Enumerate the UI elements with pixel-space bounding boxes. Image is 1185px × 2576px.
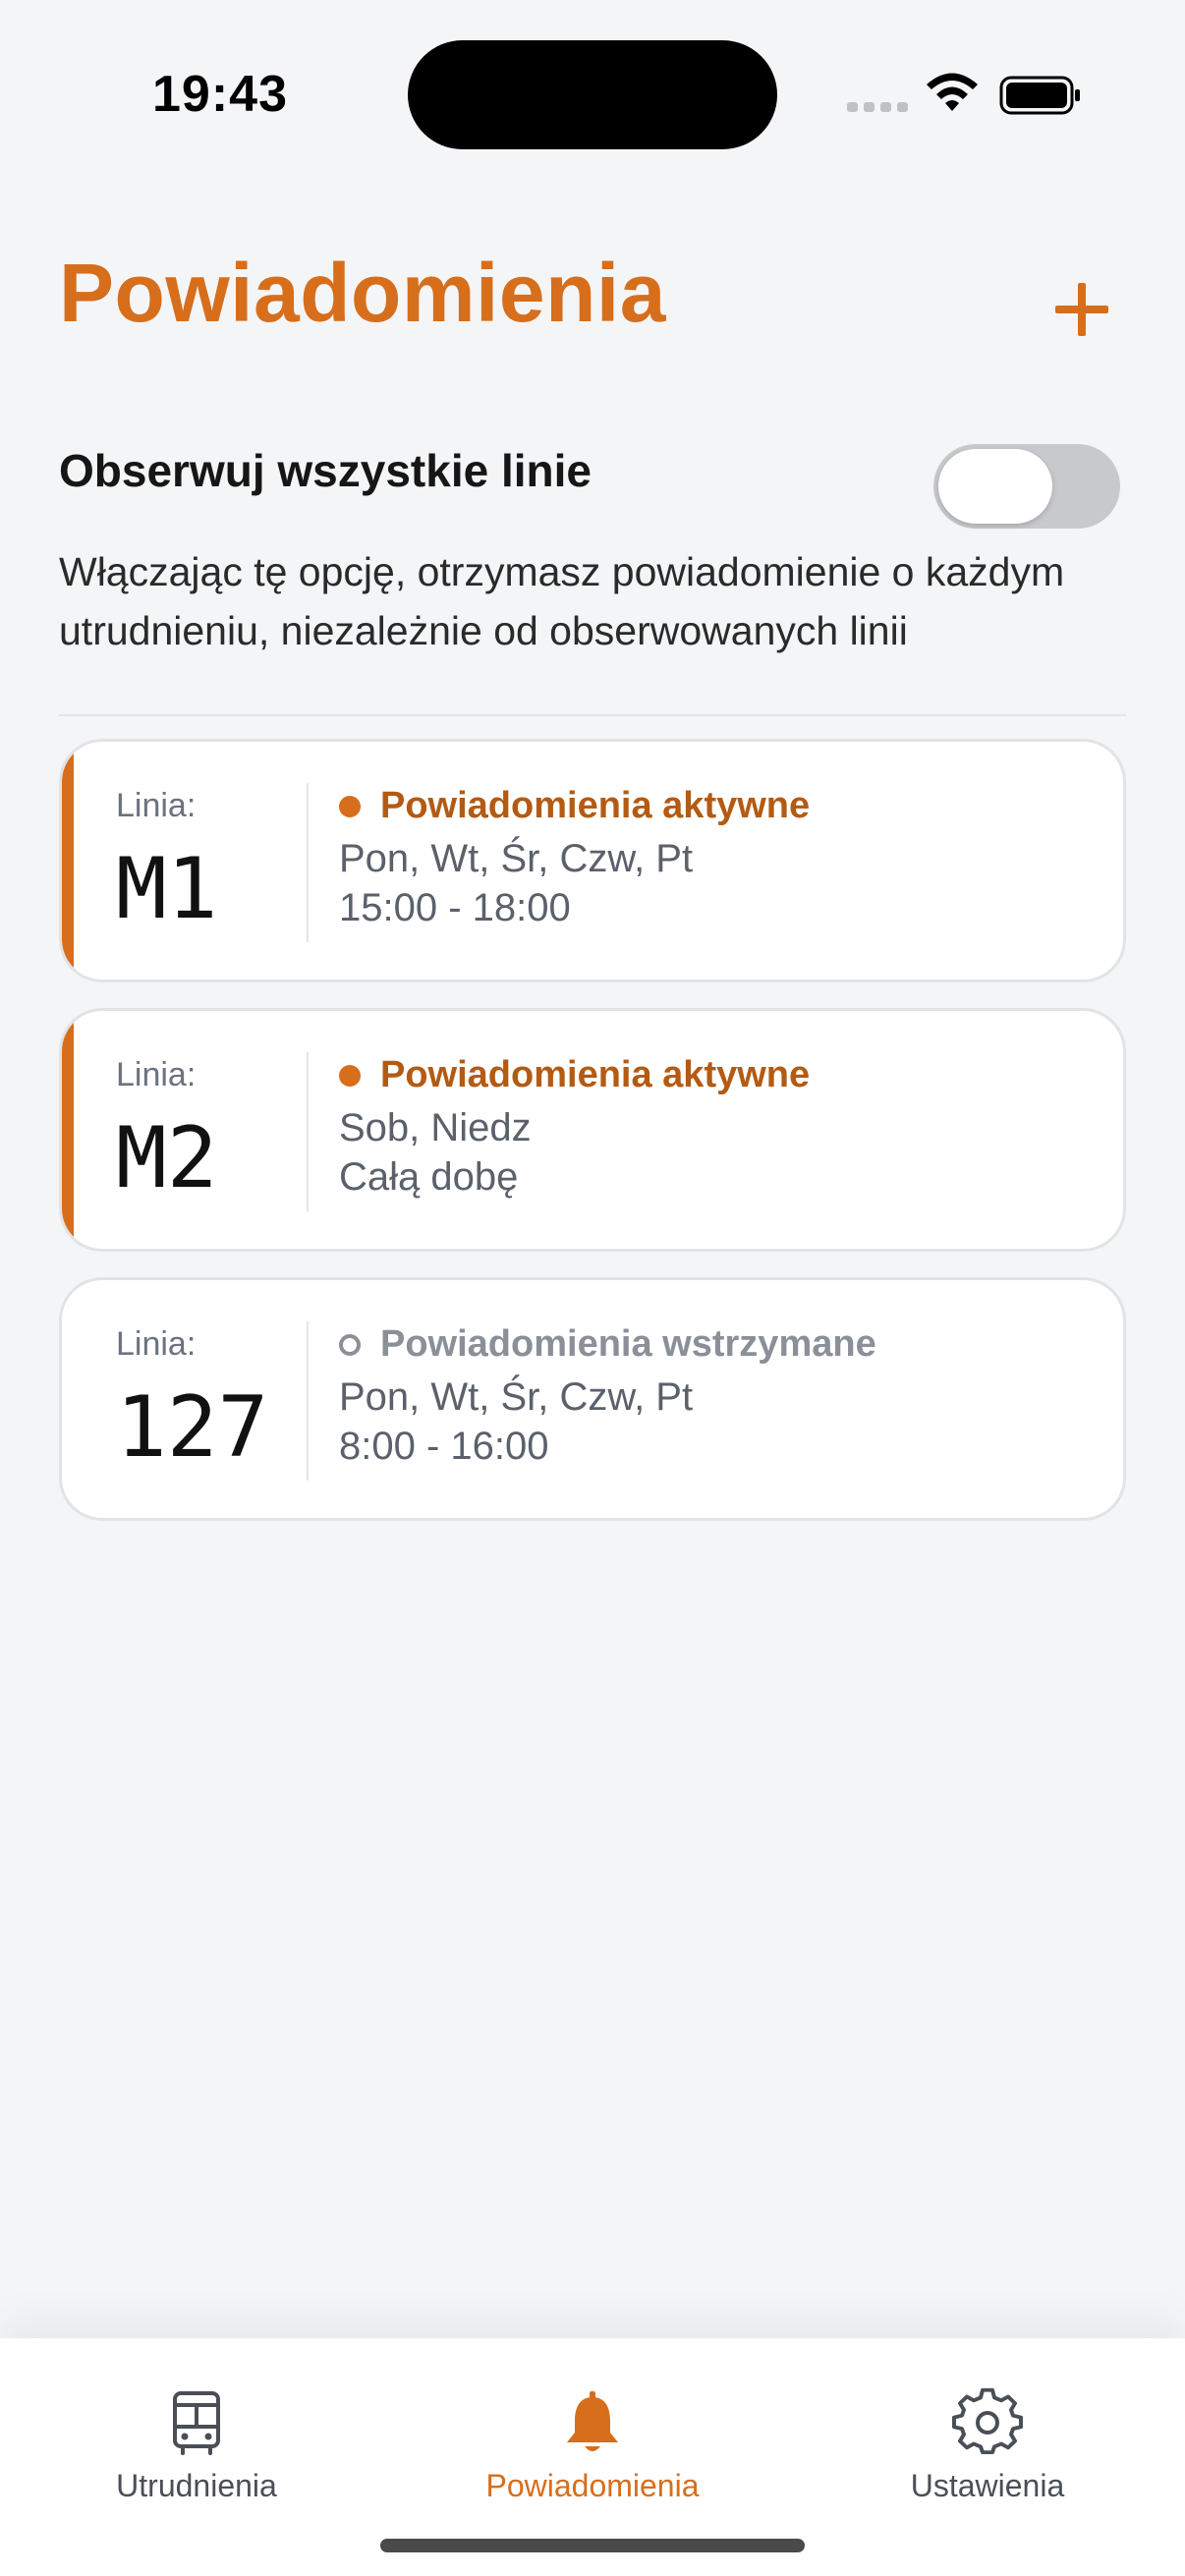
status-row: Powiadomienia aktywne — [339, 1054, 810, 1096]
toggle-knob — [938, 449, 1052, 524]
status-time: 19:43 — [152, 66, 288, 123]
cellular-signal-icon — [847, 102, 908, 112]
status-dot-icon — [339, 795, 361, 817]
observe-all-description: Włączając tę opcję, otrzymasz powiadomie… — [59, 549, 1065, 653]
card-separator — [307, 1052, 309, 1211]
battery-icon — [999, 76, 1080, 115]
card-separator — [307, 783, 309, 942]
schedule-hours: Całą dobę — [339, 1155, 519, 1199]
schedule-days: Pon, Wt, Śr, Czw, Pt — [339, 1375, 694, 1419]
observe-all-label: Obserwuj wszystkie linie — [59, 445, 592, 496]
tab-utrudnienia[interactable]: Utrudnienia — [49, 2387, 344, 2515]
subscription-card-m1[interactable]: Linia: M1 Powiadomienia aktywne Pon, Wt,… — [59, 739, 1126, 982]
tab-powiadomienia[interactable]: Powiadomienia — [445, 2387, 740, 2515]
line-label: Linia: — [116, 787, 197, 824]
subscription-card-127[interactable]: Linia: 127 Powiadomienia wstrzymane Pon,… — [59, 1277, 1126, 1521]
subscription-card-m2[interactable]: Linia: M2 Powiadomienia aktywne Sob, Nie… — [59, 1008, 1126, 1252]
line-label: Linia: — [116, 1056, 197, 1093]
tab-label: Ustawienia — [910, 2468, 1065, 2503]
tab-label: Utrudnienia — [116, 2468, 277, 2503]
active-accent-bar — [62, 1011, 74, 1249]
status-bar: 19:43 — [0, 0, 1185, 187]
schedule-hours: 15:00 - 18:00 — [339, 886, 571, 929]
divider — [59, 714, 1126, 716]
home-indicator — [380, 2539, 805, 2552]
status-text: Powiadomienia aktywne — [380, 785, 811, 826]
line-label: Linia: — [116, 1325, 197, 1363]
status-row: Powiadomienia wstrzymane — [339, 1323, 876, 1366]
active-accent-bar — [62, 742, 74, 980]
card-separator — [307, 1321, 309, 1481]
schedule-days: Pon, Wt, Śr, Czw, Pt — [339, 837, 694, 880]
status-row: Powiadomienia aktywne — [339, 785, 810, 827]
tab-label: Powiadomienia — [485, 2468, 700, 2503]
bell-icon — [567, 2391, 618, 2451]
plus-icon — [1055, 283, 1108, 336]
line-number: M2 — [116, 1109, 218, 1207]
status-dot-icon — [339, 1333, 361, 1356]
line-number: 127 — [116, 1378, 269, 1477]
wifi-icon — [927, 73, 978, 111]
line-number: M1 — [116, 840, 218, 938]
page-title: Powiadomienia — [59, 247, 666, 339]
dynamic-island — [408, 40, 777, 149]
tab-ustawienia[interactable]: Ustawienia — [840, 2387, 1135, 2515]
status-text: Powiadomienia aktywne — [380, 1054, 811, 1095]
status-text: Powiadomienia wstrzymane — [380, 1323, 876, 1365]
observe-all-toggle[interactable] — [933, 444, 1120, 529]
bus-icon — [173, 2391, 220, 2455]
schedule-hours: 8:00 - 16:00 — [339, 1425, 549, 1468]
add-notification-button[interactable] — [1047, 275, 1116, 344]
gear-icon — [952, 2387, 1023, 2455]
status-dot-icon — [339, 1064, 361, 1087]
schedule-days: Sob, Niedz — [339, 1106, 532, 1149]
